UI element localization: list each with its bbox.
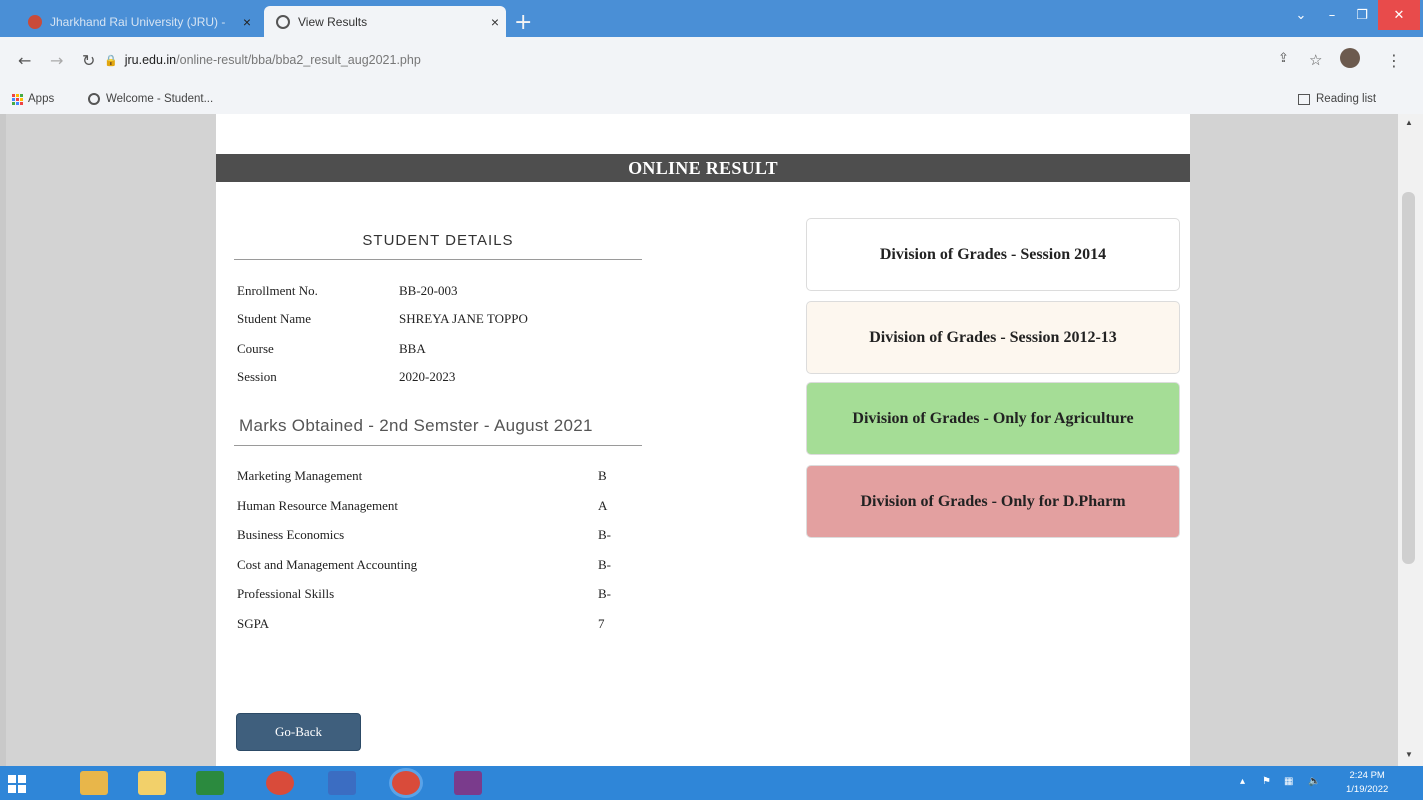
lock-icon: 🔒 <box>104 55 118 67</box>
tab-title: View Results <box>298 14 368 29</box>
reading-list-button[interactable]: Reading list <box>1298 93 1376 105</box>
subject-name: Marketing Management <box>237 468 363 483</box>
excel-icon[interactable] <box>196 771 224 795</box>
file-explorer-icon[interactable] <box>80 771 108 795</box>
new-tab-button[interactable]: + <box>514 10 532 35</box>
profile-avatar[interactable] <box>1340 48 1360 68</box>
address-bar[interactable]: 🔒 jru.edu.in/online-result/bba/bba2_resul… <box>104 53 421 67</box>
detail-label: Enrollment No. <box>237 283 318 298</box>
grades-session-2012-13-button[interactable]: Division of Grades - Session 2012-13 <box>806 301 1180 374</box>
student-details-heading: STUDENT DETAILS <box>234 232 642 260</box>
share-icon[interactable]: ⇪ <box>1278 51 1289 66</box>
windows-start-icon[interactable] <box>8 775 26 793</box>
apps-grid-icon <box>12 93 23 105</box>
subject-grade: B- <box>598 527 611 542</box>
bookmark-apps[interactable]: Apps <box>12 93 54 105</box>
subject-name: Business Economics <box>237 527 345 542</box>
reading-list-icon <box>1298 93 1310 105</box>
reading-list-label: Reading list <box>1316 93 1377 105</box>
scroll-down-icon[interactable]: ▼ <box>1405 750 1413 759</box>
grades-dpharm-button[interactable]: Division of Grades - Only for D.Pharm <box>806 465 1180 538</box>
menu-dots-icon[interactable]: ⋮ <box>1386 51 1402 70</box>
globe-icon <box>276 14 290 29</box>
clock-time: 2:24 PM <box>1349 770 1385 781</box>
reload-icon[interactable]: ↻ <box>82 51 95 70</box>
tab-close-icon[interactable]: × <box>484 14 506 30</box>
detail-label: Session <box>237 369 277 384</box>
subject-grade: B- <box>598 586 611 601</box>
browser-toolbar: ← → ↻ 🔒 jru.edu.in/online-result/bba/bba2… <box>0 37 1423 87</box>
subject-grade: B <box>598 468 607 483</box>
sgpa-value: 7 <box>598 616 605 631</box>
result-page: ONLINE RESULT STUDENT DETAILS Enrollment… <box>216 114 1190 766</box>
bookmark-welcome-student[interactable]: Welcome - Student... <box>88 93 213 105</box>
grades-agriculture-button[interactable]: Division of Grades - Only for Agricultur… <box>806 382 1180 455</box>
bookmark-star-icon[interactable]: ☆ <box>1309 51 1322 69</box>
detail-value: BBA <box>399 341 426 356</box>
scrollbar-thumb[interactable] <box>1402 192 1415 564</box>
tab-view-results[interactable]: View Results × <box>264 6 506 37</box>
subject-name: Human Resource Management <box>237 498 399 513</box>
windows-taskbar: ▴ ⚑ ▦ 🔈 2:24 PM 1/19/2022 <box>0 766 1423 800</box>
tray-chevron-icon[interactable]: ▴ <box>1240 776 1245 787</box>
detail-label: Student Name <box>237 311 312 326</box>
grades-session-2014-button[interactable]: Division of Grades - Session 2014 <box>806 218 1180 291</box>
marks-heading: Marks Obtained - 2nd Semster - August 20… <box>234 416 642 446</box>
volume-icon[interactable]: 🔈 <box>1308 776 1320 787</box>
back-arrow-icon[interactable]: ← <box>18 51 31 70</box>
site-favicon-icon <box>28 14 42 29</box>
detail-value: 2020-2023 <box>399 369 456 384</box>
folder-icon[interactable] <box>138 771 166 795</box>
minimize-icon[interactable]: – <box>1317 0 1347 30</box>
detail-value: SHREYA JANE TOPPO <box>399 311 528 326</box>
maximize-icon[interactable]: ❐ <box>1347 0 1377 30</box>
tab-search-icon[interactable]: ⌄ <box>1288 0 1314 30</box>
browser-tab-strip: Jharkhand Rai University (JRU) - × View … <box>0 0 1423 37</box>
right-margin <box>1190 114 1400 766</box>
flag-icon[interactable]: ⚑ <box>1262 776 1271 787</box>
url-path: /online-result/bba/bba2_result_aug2021.p… <box>176 53 421 67</box>
subject-name: Professional Skills <box>237 586 335 601</box>
detail-label: Course <box>237 341 274 356</box>
clock-date: 1/19/2022 <box>1346 784 1389 795</box>
chrome-icon[interactable] <box>266 771 294 795</box>
window-close-icon[interactable]: ✕ <box>1378 0 1420 30</box>
url-domain: jru.edu.in <box>124 53 177 67</box>
go-back-button[interactable]: Go-Back <box>236 713 361 751</box>
page-viewport: ONLINE RESULT STUDENT DETAILS Enrollment… <box>0 114 1410 766</box>
page-title: ONLINE RESULT <box>216 154 1190 182</box>
bookmarks-bar: Apps Welcome - Student... Reading list <box>0 87 1423 114</box>
forward-arrow-icon[interactable]: → <box>50 51 63 70</box>
left-margin <box>6 114 216 766</box>
detail-value: BB-20-003 <box>399 283 458 298</box>
scroll-up-icon[interactable]: ▲ <box>1405 118 1413 127</box>
tab-title: Jharkhand Rai University (JRU) - <box>50 14 226 29</box>
chrome-active-icon[interactable] <box>392 771 420 795</box>
winrar-icon[interactable] <box>454 771 482 795</box>
bookmark-label: Welcome - Student... <box>106 93 214 105</box>
network-icon[interactable]: ▦ <box>1284 776 1293 787</box>
bookmark-label: Apps <box>28 93 55 105</box>
tab-jru[interactable]: Jharkhand Rai University (JRU) - × <box>16 6 258 37</box>
subject-grade: B- <box>598 557 611 572</box>
tab-close-icon[interactable]: × <box>236 14 258 30</box>
subject-grade: A <box>598 498 608 513</box>
globe-icon <box>88 93 100 105</box>
subject-name: Cost and Management Accounting <box>237 557 418 572</box>
sgpa-label: SGPA <box>237 616 270 631</box>
taskbar-clock[interactable]: 2:24 PM 1/19/2022 <box>1346 769 1388 797</box>
word-icon[interactable] <box>328 771 356 795</box>
vertical-scrollbar[interactable]: ▲ ▼ <box>1398 114 1423 766</box>
